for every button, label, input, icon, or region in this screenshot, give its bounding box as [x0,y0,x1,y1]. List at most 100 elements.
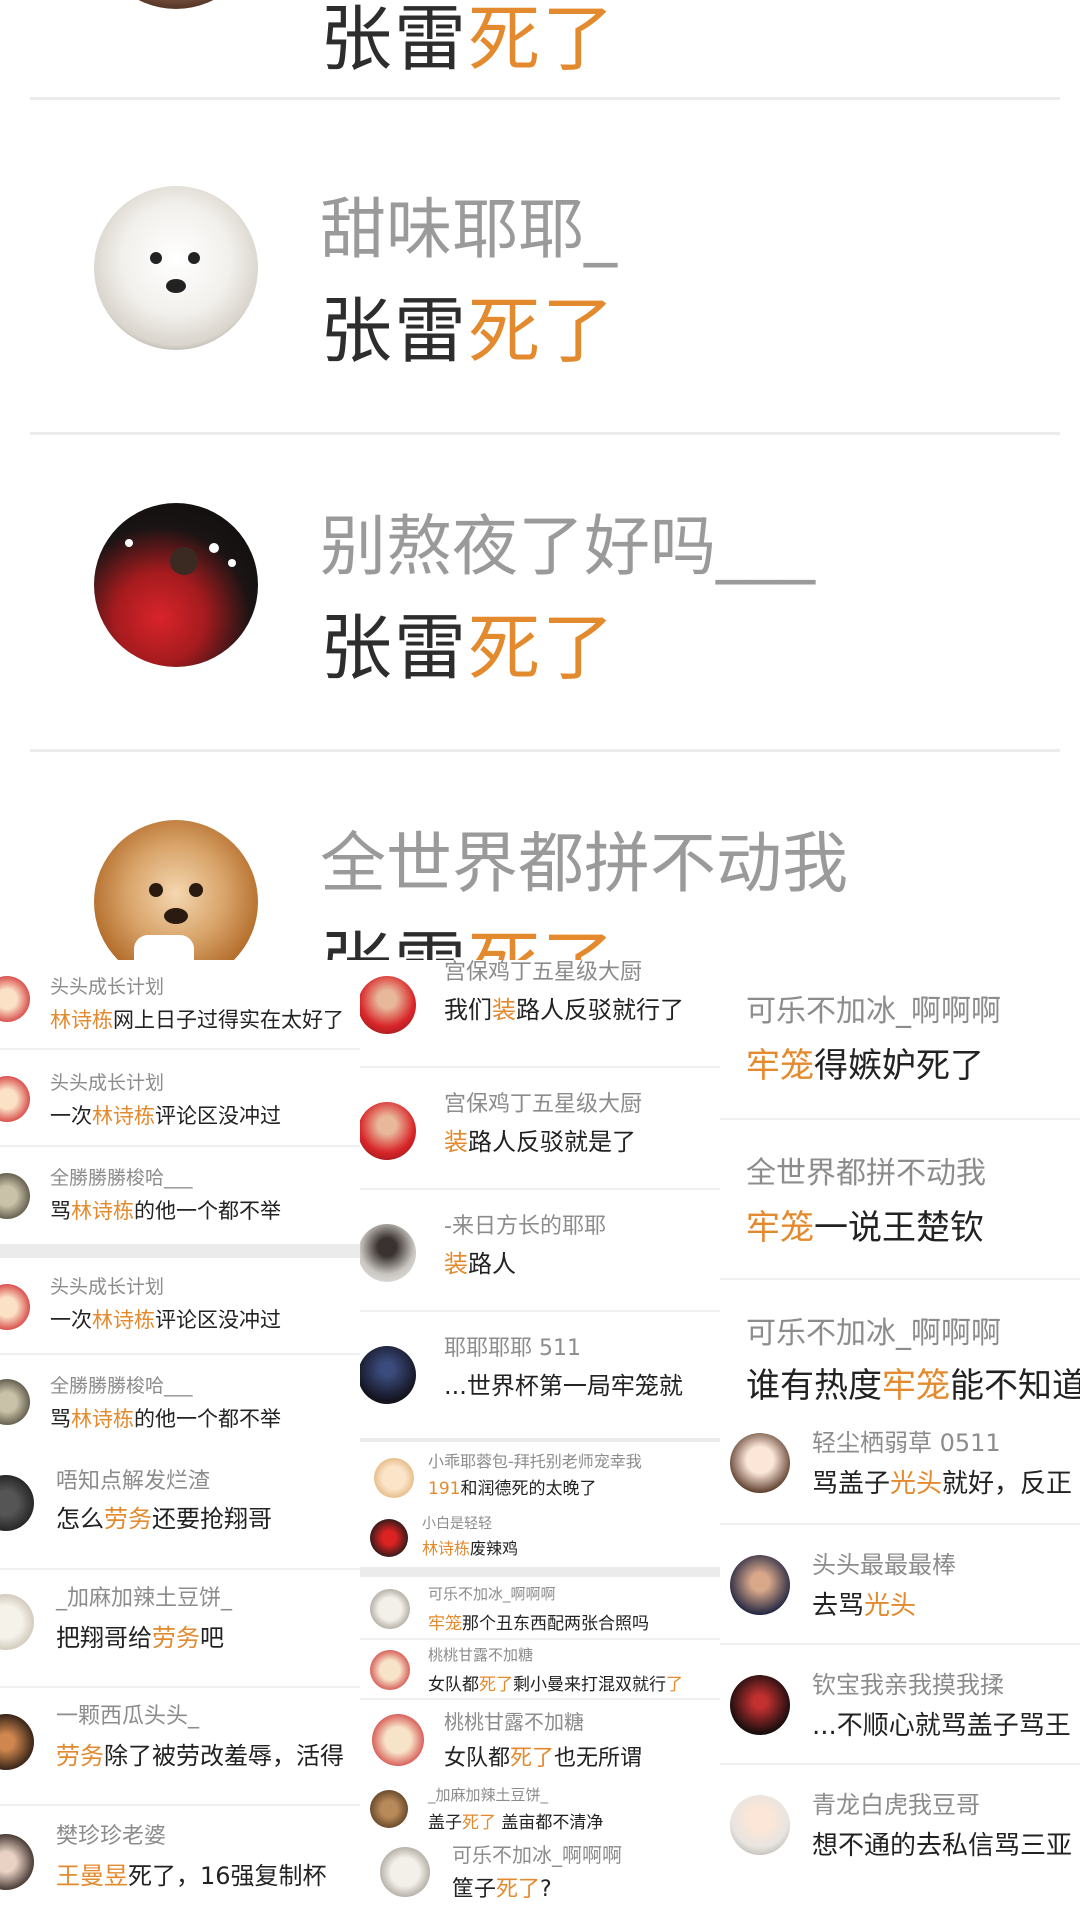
comment-item[interactable]: 桃桃甘露不加糖 女队都死了剩小曼来打混双就行了 [360,1640,720,1700]
avatar[interactable] [0,1284,30,1330]
username[interactable]: 耶耶耶耶 511 [444,1330,581,1362]
comment-item[interactable]: 钦宝我亲我摸我揉 ...不顺心就骂盖子骂王 [720,1645,1080,1765]
comment-item[interactable]: 小白是轻轻 林诗栋废辣鸡 [360,1507,720,1567]
avatar[interactable] [0,976,30,1022]
comment-item[interactable]: 全勝勝勝梭哈___ 骂林诗栋的他一个都不举 [0,1147,360,1244]
avatar[interactable] [730,1675,790,1735]
divider [30,97,1060,100]
comment-row[interactable]: 张雷死了 [30,0,1060,100]
avatar[interactable] [372,1714,424,1766]
comment-item[interactable]: 头头最最最棒 去骂光头 [720,1525,1080,1645]
avatar[interactable] [360,976,416,1034]
username[interactable]: 可乐不加冰_啊啊啊 [746,986,1001,1030]
comment-item[interactable]: _加麻加辣土豆饼_ 盖子死了 盖亩都不清净 [360,1780,720,1835]
bear-avatar-icon [134,883,203,960]
username[interactable]: 宫保鸡丁五星级大厨 [444,960,642,986]
comment-item[interactable]: _加麻加辣土豆饼_ 把翔哥给劳务吧 [0,1570,360,1688]
comment-item[interactable]: 头头成长计划 一次林诗栋评论区没冲过 [0,1050,360,1147]
avatar[interactable] [0,1594,34,1650]
username[interactable]: 头头成长计划 [50,1272,164,1299]
username[interactable]: 头头最最最棒 [812,1545,956,1580]
avatar[interactable] [370,1589,410,1629]
comment-row[interactable]: 别熬夜了好吗___ 张雷死了 [30,437,1060,752]
username[interactable]: 可乐不加冰_啊啊啊 [746,1308,1001,1352]
comment-item[interactable]: 樊珍珍老婆 王曼昱死了，16强复制杯 [0,1806,360,1920]
comment-item[interactable]: 全勝勝勝梭哈___ 骂林诗栋的他一个都不举 [0,1355,360,1455]
username[interactable]: 一颗西瓜头头_ [56,1698,199,1730]
comment-item[interactable]: 可乐不加冰_啊啊啊 谁有热度牢笼能不知道 [720,1280,1080,1406]
username[interactable]: 头头成长计划 [50,1068,164,1095]
comment-item[interactable]: 青龙白虎我豆哥 想不通的去私信骂三亚 [720,1765,1080,1920]
avatar[interactable] [360,1346,416,1404]
avatar[interactable] [730,1555,790,1615]
username[interactable]: 桃桃甘露不加糖 [444,1706,584,1735]
avatar[interactable] [0,1714,34,1770]
username[interactable]: 全勝勝勝梭哈___ [50,1163,193,1190]
comment-item[interactable]: 头头成长计划 林诗栋网上日子过得实在太好了 [0,960,360,1050]
comment-item[interactable]: 全世界都拼不动我 牢笼一说王楚钦 [720,1120,1080,1280]
username[interactable]: 甜味耶耶_ [320,176,617,272]
avatar[interactable] [0,1475,34,1531]
comment-item[interactable]: 耶耶耶耶 511 ...世界杯第一局牢笼就 [360,1312,720,1442]
avatar[interactable] [360,1224,416,1282]
comment-text: 林诗栋网上日子过得实在太好了 [50,1008,344,1032]
comment-text: 骂盖子光头就好，反正 [812,1469,1073,1499]
comment-row[interactable]: 甜味耶耶_ 张雷死了 [30,120,1060,435]
avatar[interactable] [94,820,258,960]
username[interactable]: 全勝勝勝梭哈___ [50,1371,193,1398]
avatar[interactable] [374,1458,414,1498]
comment-item[interactable]: -来日方长的耶耶 装路人 [360,1190,720,1312]
username[interactable]: 别熬夜了好吗___ [320,493,815,589]
avatar[interactable] [380,1847,430,1897]
avatar[interactable] [0,1076,30,1122]
avatar[interactable] [360,1102,416,1160]
dog-avatar-icon [150,252,200,293]
comment-row[interactable]: 全世界都拼不动我 张雷死了 [30,752,1060,960]
avatar[interactable] [0,1379,30,1425]
avatar[interactable] [730,1795,790,1855]
username[interactable]: 樊珍珍老婆 [56,1818,166,1850]
comment-item[interactable]: 小乖耶蓉包-拜托别老师宠幸我 191和润德死的太晚了 [360,1442,720,1507]
comment-text: 王曼昱死了，16强复制杯 [56,1862,327,1890]
avatar[interactable] [0,1834,34,1890]
comment-item[interactable]: 可乐不加冰_啊啊啊 牢笼那个丑东西配两张合照吗 [360,1577,720,1640]
username[interactable]: _加麻加辣土豆饼_ [56,1580,232,1612]
comment-text: 装路人 [444,1250,516,1278]
comment-item[interactable]: 头头成长计划 一次林诗栋评论区没冲过 [0,1258,360,1355]
avatar[interactable] [94,0,258,9]
username[interactable]: 桃桃甘露不加糖 [428,1644,533,1665]
username[interactable]: 宫保鸡丁五星级大厨 [444,1086,642,1118]
username[interactable]: 全世界都拼不动我 [746,1148,986,1192]
avatar[interactable] [730,1433,790,1493]
username[interactable]: 钦宝我亲我摸我揉 [812,1665,1004,1700]
comment-text: 盖子死了 盖亩都不清净 [428,1813,604,1833]
avatar[interactable] [370,1650,410,1690]
username[interactable]: _加麻加辣土豆饼_ [428,1784,548,1805]
username[interactable]: 小乖耶蓉包-拜托别老师宠幸我 [428,1448,642,1472]
comment-item[interactable]: 一颗西瓜头头_ 劳务除了被劳改羞辱，活得 [0,1688,360,1806]
username[interactable]: 头头成长计划 [50,972,164,999]
username[interactable]: 青龙白虎我豆哥 [812,1785,980,1820]
comment-text: 牢笼那个丑东西配两张合照吗 [428,1614,649,1634]
username[interactable]: -来日方长的耶耶 [444,1208,606,1240]
username[interactable]: 可乐不加冰_啊啊啊 [428,1583,556,1604]
comment-text: 一次林诗栋评论区没冲过 [50,1308,281,1332]
comment-item[interactable]: 可乐不加冰_啊啊啊 筐子死了? [360,1835,720,1920]
avatar[interactable] [0,1173,30,1219]
comment-item[interactable]: 可乐不加冰_啊啊啊 牢笼得嫉妒死了 [720,960,1080,1120]
username[interactable]: 小白是轻轻 [422,1513,492,1533]
comment-item[interactable]: 宫保鸡丁五星级大厨 装路人反驳就是了 [360,1068,720,1190]
username[interactable]: 轻尘栖弱草 0511 [812,1423,1001,1458]
comment-item[interactable]: 宫保鸡丁五星级大厨 我们装路人反驳就行了 [360,960,720,1068]
comment-item[interactable]: 唔知点解发烂渣 怎么劳务还要抢翔哥 [0,1455,360,1570]
avatar[interactable] [94,503,258,667]
avatar[interactable] [370,1519,408,1557]
avatar[interactable] [370,1790,408,1828]
comment-item[interactable]: 轻尘栖弱草 0511 骂盖子光头就好，反正 [720,1405,1080,1525]
avatar[interactable] [94,186,258,350]
comment-item[interactable]: 桃桃甘露不加糖 女队都死了也无所谓 [360,1700,720,1780]
username[interactable]: 全世界都拼不动我 [320,810,848,906]
comment-text: 林诗栋废辣鸡 [422,1539,519,1558]
username[interactable]: 可乐不加冰_啊啊啊 [452,1839,622,1868]
username[interactable]: 唔知点解发烂渣 [56,1463,210,1495]
